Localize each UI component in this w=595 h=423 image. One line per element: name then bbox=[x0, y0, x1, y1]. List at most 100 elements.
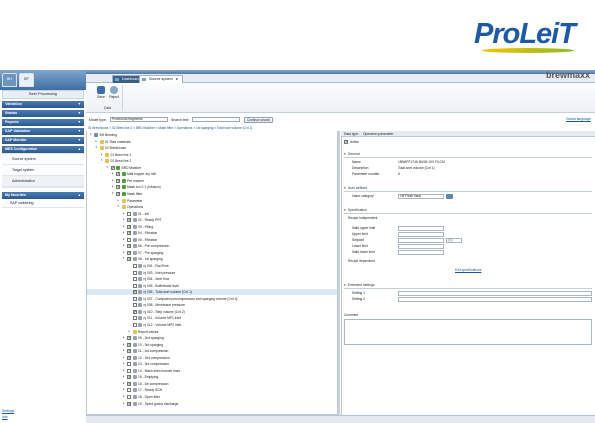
tree-node-checkbox[interactable] bbox=[116, 191, 120, 197]
tree-node[interactable]: ▸ 18 - Open filter bbox=[87, 394, 337, 400]
expand-icon[interactable]: ▸ bbox=[123, 237, 126, 241]
tree-node-checkbox[interactable] bbox=[116, 178, 120, 184]
tree-node-checkbox[interactable] bbox=[127, 224, 131, 230]
tab-source-system[interactable]: Source system x bbox=[139, 75, 183, 83]
tree-node[interactable]: nj 010 - Step volume (Cnt 2) bbox=[87, 309, 337, 315]
tree-node-checkbox[interactable] bbox=[127, 381, 131, 387]
favorite-item-sap-validering[interactable]: SAP validering bbox=[2, 199, 84, 208]
tree-node[interactable]: nj 011 - Volume MP1 inlet bbox=[87, 315, 337, 321]
tree-node-checkbox[interactable] bbox=[127, 342, 131, 348]
expand-icon[interactable]: ▸ bbox=[123, 355, 126, 359]
expand-icon[interactable]: ▸ bbox=[112, 172, 115, 175]
setting-1-field[interactable] bbox=[398, 291, 592, 296]
nav-item-source-system[interactable]: Source system bbox=[2, 154, 84, 165]
collapse-icon[interactable]: ▾ bbox=[112, 191, 115, 195]
collapse-icon[interactable]: ▾ bbox=[107, 165, 110, 169]
tree-node[interactable]: ▸ 03 - Filling bbox=[87, 224, 337, 230]
tree-node-checkbox[interactable] bbox=[116, 171, 120, 177]
tree-node-checkbox[interactable] bbox=[127, 243, 131, 249]
expand-icon[interactable]: ▸ bbox=[123, 349, 126, 352]
tree-node-checkbox[interactable] bbox=[110, 165, 115, 171]
edit-specifications-link[interactable]: Edit specifications bbox=[455, 268, 481, 273]
tree-node[interactable]: ▸ Malt hopper dry mill bbox=[87, 171, 337, 177]
spec-upper-limit-field[interactable] bbox=[398, 232, 444, 237]
expand-icon[interactable]: ▸ bbox=[123, 375, 126, 378]
tree-node[interactable]: ▸ 01 Brew line 1 bbox=[87, 152, 337, 158]
tree-node-checkbox[interactable] bbox=[127, 388, 131, 393]
nav-section-validation[interactable]: Validation ▼ bbox=[2, 101, 84, 108]
breadcrumb[interactable]: 01 Brewhouse > 02 Brew line 2 > BRD Mais… bbox=[88, 126, 252, 130]
nav-section-mes-configuration[interactable]: MES Configuration ▲ bbox=[2, 146, 84, 153]
tree-node-checkbox[interactable] bbox=[132, 303, 137, 308]
tree-node[interactable]: ▸ 12 - 2nd compression bbox=[87, 355, 337, 361]
splitter-bar[interactable] bbox=[338, 131, 340, 415]
expand-icon[interactable]: ▸ bbox=[123, 401, 126, 405]
settings-link[interactable]: Settings bbox=[2, 409, 14, 413]
tree-node-checkbox[interactable] bbox=[127, 230, 131, 236]
expand-icon[interactable]: ▸ bbox=[123, 244, 126, 247]
tree-node[interactable]: nj 007 - Computed precompression and spa… bbox=[87, 296, 337, 302]
tree-node[interactable]: ▸ 01 Raw materials bbox=[87, 139, 337, 145]
expand-icon[interactable]: ▸ bbox=[123, 250, 126, 254]
tree-node[interactable]: nj 008 - Membrane pressure bbox=[87, 302, 337, 308]
expand-icon[interactable]: ▸ bbox=[123, 211, 126, 215]
tree-node-checkbox[interactable] bbox=[132, 270, 137, 275]
expand-icon[interactable]: ▸ bbox=[123, 218, 126, 221]
tree-node[interactable]: ▾ 02 Brewhouse bbox=[87, 145, 337, 151]
expand-icon[interactable]: ▸ bbox=[123, 231, 126, 234]
tree-node[interactable]: nj 005 - Bufferbank level bbox=[87, 283, 337, 289]
nav-item-target-system[interactable]: Target system bbox=[2, 165, 84, 176]
tree-node[interactable]: ▾ Mash filter bbox=[87, 191, 337, 197]
tree-node-checkbox[interactable] bbox=[132, 316, 137, 321]
continue-search-button[interactable]: Continue search bbox=[244, 117, 274, 123]
spec-lower-limit-field[interactable] bbox=[398, 244, 444, 249]
expand-icon[interactable]: ▸ bbox=[123, 395, 126, 398]
tree-node[interactable]: ▸ Parameter bbox=[87, 198, 337, 204]
expand-icon[interactable]: ▸ bbox=[118, 198, 121, 202]
expand-icon[interactable]: ▸ bbox=[123, 388, 126, 391]
model-type-select[interactable]: Procedural fragments bbox=[110, 117, 168, 122]
collapse-icon[interactable]: ▾ bbox=[123, 257, 126, 260]
expand-icon[interactable]: ▸ bbox=[123, 381, 126, 385]
tree-node[interactable]: nj 006 - Total wort volume (Cnt 1) bbox=[87, 289, 337, 296]
tree-node[interactable]: ▾ BRD Maisher bbox=[87, 165, 337, 171]
tree-node-checkbox[interactable] bbox=[132, 309, 137, 315]
tree-node[interactable]: nj 001 - RunTime bbox=[87, 263, 337, 269]
tree-node[interactable]: ▾ BH Brewing bbox=[87, 132, 337, 138]
tree-node-checkbox[interactable] bbox=[132, 283, 137, 288]
tree-node[interactable]: nj 004 - Wort flow bbox=[87, 276, 337, 282]
tree-node[interactable]: ▸ 06 - Pre compression bbox=[87, 243, 337, 249]
tree-node-checkbox[interactable] bbox=[127, 401, 131, 407]
tree-node-checkbox[interactable] bbox=[127, 362, 131, 367]
tree-node-checkbox[interactable] bbox=[127, 217, 131, 223]
spec-valid-lower-limit-field[interactable] bbox=[398, 250, 444, 255]
expand-icon[interactable]: ▸ bbox=[101, 152, 104, 156]
tree-node[interactable]: ▸ 10 - 3rd sparging bbox=[87, 342, 337, 348]
tree-node-checkbox[interactable] bbox=[132, 296, 137, 301]
expand-icon[interactable]: ▸ bbox=[123, 224, 126, 228]
tree-node[interactable]: ▾ 02 Brew line 2 bbox=[87, 158, 337, 164]
expand-icon[interactable]: ▸ bbox=[123, 368, 126, 372]
tree-node-checkbox[interactable] bbox=[127, 237, 131, 242]
search-input[interactable] bbox=[192, 117, 240, 122]
expand-icon[interactable]: ▸ bbox=[123, 362, 126, 365]
tree-node-checkbox[interactable] bbox=[127, 211, 131, 216]
left-tab-bp[interactable]: BP bbox=[19, 73, 34, 87]
tree-node[interactable]: ▸ 16 - De compression bbox=[87, 381, 337, 387]
tree-node-checkbox[interactable] bbox=[127, 250, 131, 256]
expand-icon[interactable]: ▸ bbox=[129, 329, 132, 333]
expand-icon[interactable]: ▸ bbox=[96, 139, 99, 143]
tree-node[interactable]: ▸ Report values bbox=[87, 329, 337, 335]
collapse-icon[interactable]: ▾ bbox=[96, 146, 99, 149]
tree-node[interactable]: ▸ 05 - Filtration bbox=[87, 237, 337, 243]
collapse-icon[interactable]: ▾ bbox=[101, 159, 104, 162]
tree-node-checkbox[interactable] bbox=[132, 277, 137, 282]
tree-node[interactable]: ▸ 14 - Mash inlet channel rinse bbox=[87, 368, 337, 374]
tree-node-checkbox[interactable] bbox=[127, 256, 131, 262]
tree-node-checkbox[interactable] bbox=[127, 335, 131, 341]
nav-section-reports[interactable]: Reports ▼ bbox=[2, 119, 84, 126]
tree-node[interactable]: ▾ Operations bbox=[87, 204, 337, 210]
expand-icon[interactable]: ▸ bbox=[112, 185, 115, 188]
tree-node[interactable]: ▸ Mash tun 2.1 (Infusion) bbox=[87, 184, 337, 190]
tree-node[interactable]: ▸ 09 - 2nd sparging bbox=[87, 335, 337, 341]
